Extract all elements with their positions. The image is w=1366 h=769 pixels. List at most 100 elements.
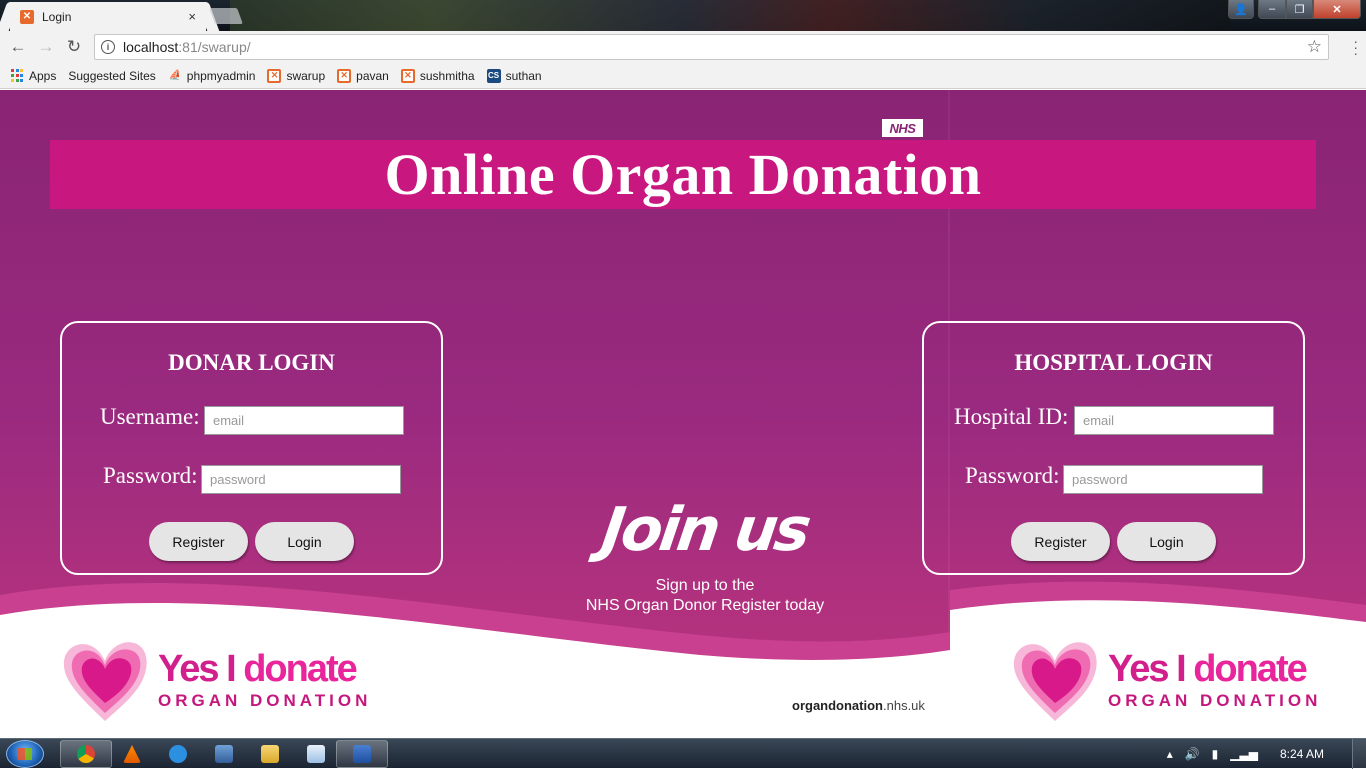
back-arrow-icon[interactable]: ← (4, 37, 32, 57)
bookmark-swarup[interactable]: ✕ swarup (267, 68, 325, 83)
hospital-login-panel: HOSPITAL LOGIN Hospital ID: Password: Re… (922, 321, 1305, 575)
bookmark-label: suthan (505, 68, 542, 83)
tab-title: Login (42, 9, 72, 24)
heart-icon (1013, 642, 1097, 721)
hospital-id-label: Hospital ID: (954, 404, 1069, 429)
taskbar-vlc[interactable] (106, 740, 158, 768)
donor-login-button[interactable]: Login (255, 522, 354, 561)
bookmark-apps[interactable]: Apps (10, 69, 56, 83)
yes-i-donate-logo-left: Yes I donate ORGAN DONATION (60, 635, 371, 725)
titlebar-background (230, 0, 1230, 31)
xampp-icon: ✕ (337, 68, 352, 83)
new-tab-button[interactable] (209, 8, 243, 24)
bookmark-label: pavan (356, 68, 389, 83)
forward-arrow-icon[interactable]: → (32, 37, 60, 57)
taskbar-app4[interactable] (198, 740, 250, 768)
donor-register-button[interactable]: Register (149, 522, 248, 561)
bookmark-pavan[interactable]: ✕ pavan (337, 68, 389, 83)
donate-text: donate (1193, 648, 1308, 690)
start-button[interactable] (6, 740, 44, 768)
url-rest-part: .nhs.uk (883, 698, 925, 713)
yes-i-text: Yes I (1108, 648, 1194, 690)
bookmark-suthan[interactable]: CS suthan (486, 68, 542, 83)
hospital-password-label: Password: (965, 463, 1060, 488)
folder-icon (261, 745, 279, 763)
hospital-login-button[interactable]: Login (1117, 522, 1216, 561)
hospital-id-input[interactable] (1074, 406, 1274, 435)
address-bar[interactable]: i localhost:81/swarup/ ☆ (94, 34, 1329, 60)
power-icon[interactable]: ▮ (1212, 747, 1219, 761)
xampp-icon: ✕ (400, 68, 415, 83)
browser-toolbar: ← → ↻ i localhost:81/swarup/ ☆ · · · (0, 31, 1366, 63)
yes-i-donate-logo-right: Yes I donate ORGAN DONATION (1010, 635, 1321, 725)
phpmyadmin-icon: ⛵ (168, 70, 181, 81)
minimize-button[interactable]: – (1258, 0, 1286, 19)
chrome-icon (77, 745, 95, 763)
join-us-block: Join us Sign up to the NHS Organ Donor R… (560, 495, 850, 615)
page-content: NHS Online Organ Donation DONAR LOGIN Us… (0, 90, 1366, 738)
browser-tab[interactable]: ✕ Login × (10, 2, 206, 31)
tray-expand-icon[interactable]: ▴ (1167, 747, 1173, 761)
browser-titlebar: ✕ Login × 👤 – ❐ ✕ (0, 0, 1366, 31)
bookmark-suggested-sites[interactable]: Suggested Sites (0, 68, 156, 166)
page-title: Online Organ Donation (384, 142, 982, 207)
organdonation-url: organdonation.nhs.uk (792, 698, 925, 713)
control-panel-icon (215, 745, 233, 763)
donor-username-label: Username: (100, 404, 200, 429)
reload-icon[interactable]: ↻ (60, 37, 88, 57)
xampp-icon: ✕ (267, 68, 282, 83)
url-host: localhost (123, 39, 179, 55)
vlc-icon (123, 745, 141, 763)
maximize-button[interactable]: ❐ (1286, 0, 1313, 19)
window-controls: 👤 – ❐ ✕ (1228, 0, 1361, 20)
user-profile-icon[interactable]: 👤 (1228, 0, 1254, 19)
yes-i-text: Yes I (158, 648, 244, 690)
yes-i-donate-text: Yes I donate ORGAN DONATION (1108, 649, 1321, 711)
yes-i-donate-text: Yes I donate ORGAN DONATION (158, 649, 371, 711)
volume-icon[interactable]: 🔊 (1185, 747, 1200, 761)
donor-password-label: Password: (103, 463, 198, 488)
taskbar-notepad[interactable] (290, 740, 342, 768)
donor-password-input[interactable] (201, 465, 401, 494)
organ-donation-text: ORGAN DONATION (1108, 691, 1322, 710)
heart-icon (63, 642, 147, 721)
word-icon (353, 745, 371, 763)
bookmark-phpmyadmin[interactable]: ⛵ phpmyadmin (168, 69, 256, 83)
bookmark-star-icon[interactable]: ☆ (1307, 37, 1322, 57)
donate-text: donate (243, 648, 358, 690)
apps-icon (10, 68, 24, 83)
xampp-favicon-icon: ✕ (20, 9, 34, 24)
hospital-register-button[interactable]: Register (1011, 522, 1110, 561)
yes-i-donate-line1: Yes I donate (1108, 649, 1321, 689)
title-banner: Online Organ Donation (50, 140, 1316, 209)
bookmark-label: sushmitha (419, 68, 475, 83)
url-bold-part: organdonation (792, 698, 883, 713)
join-us-line1: Sign up to the (655, 577, 755, 594)
sync-icon (169, 745, 187, 763)
taskbar-explorer[interactable] (244, 740, 296, 768)
donor-login-heading: DONAR LOGIN (168, 350, 335, 375)
bookmark-label: phpmyadmin (186, 68, 256, 83)
hospital-login-heading: HOSPITAL LOGIN (1014, 350, 1213, 375)
tab-close-icon[interactable]: × (188, 9, 196, 24)
organ-donation-text: ORGAN DONATION (158, 691, 372, 710)
donor-login-panel: DONAR LOGIN Username: Password: Register… (60, 321, 443, 575)
url-path: :81/swarup/ (178, 39, 251, 55)
clock[interactable]: 8:24 AM (1280, 747, 1324, 761)
show-desktop-button[interactable] (1352, 739, 1366, 769)
bookmark-sushmitha[interactable]: ✕ sushmitha (400, 68, 475, 83)
info-icon[interactable]: i (101, 40, 115, 54)
taskbar-chrome[interactable] (60, 740, 112, 768)
close-window-button[interactable]: ✕ (1313, 0, 1361, 19)
hospital-password-input[interactable] (1063, 465, 1263, 494)
taskbar-word[interactable] (336, 740, 388, 768)
chrome-menu-icon[interactable]: · · · (1353, 34, 1358, 60)
bookmark-label: Suggested Sites (68, 68, 156, 83)
network-signal-icon[interactable]: ▁▃▅ (1230, 747, 1258, 761)
taskbar-app3[interactable] (152, 740, 204, 768)
yes-i-donate-line1: Yes I donate (158, 649, 371, 689)
windows-taskbar: ▴ 🔊 ▮ ▁▃▅ 8:24 AM (0, 738, 1366, 769)
donor-username-input[interactable] (204, 406, 404, 435)
cs-icon: CS (486, 68, 501, 83)
notepad-icon (307, 745, 325, 763)
